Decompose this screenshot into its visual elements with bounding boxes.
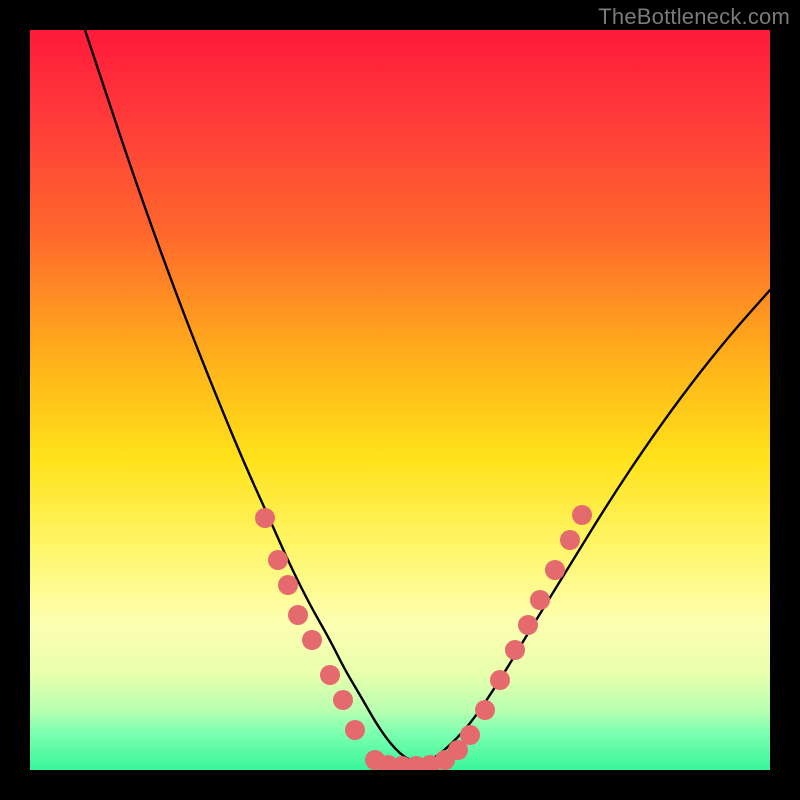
curve-marker (460, 725, 480, 745)
chart-stage: TheBottleneck.com (0, 0, 800, 800)
curve-marker (505, 640, 525, 660)
curve-marker (490, 670, 510, 690)
curve-svg (30, 30, 770, 770)
curve-marker (268, 550, 288, 570)
curve-marker (278, 575, 298, 595)
curve-marker (475, 700, 495, 720)
curve-marker (288, 605, 308, 625)
bottleneck-curve (85, 30, 770, 763)
curve-marker (302, 630, 322, 650)
curve-marker (560, 530, 580, 550)
curve-marker (255, 508, 275, 528)
curve-marker (320, 665, 340, 685)
plot-area (30, 30, 770, 770)
curve-marker (345, 720, 365, 740)
curve-markers (255, 505, 592, 770)
curve-marker (572, 505, 592, 525)
curve-marker (518, 615, 538, 635)
curve-marker (333, 690, 353, 710)
curve-marker (530, 590, 550, 610)
watermark-text: TheBottleneck.com (598, 4, 790, 30)
curve-marker (545, 560, 565, 580)
